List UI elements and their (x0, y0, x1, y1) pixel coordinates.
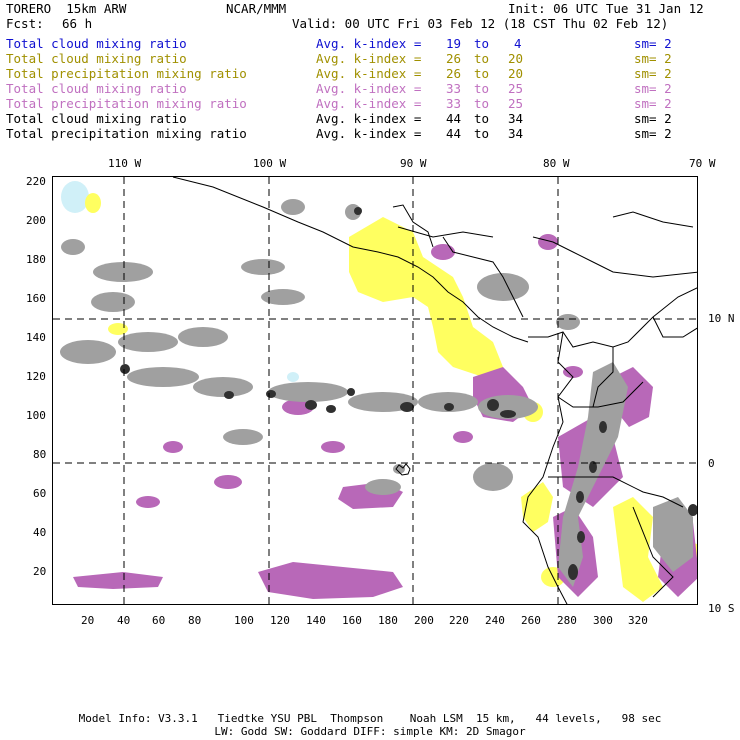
y-tick-label: 80 (33, 448, 47, 461)
y-tick-label: 20 (33, 565, 47, 578)
x-tick-label: 180 (378, 614, 398, 627)
legend-field: Total cloud mixing ratio (6, 111, 187, 126)
x-tick-label: 240 (485, 614, 505, 627)
physics-info: LW: Godd SW: Goddard DIFF: simple KM: 2D… (214, 725, 526, 738)
x-tick-label: 140 (306, 614, 326, 627)
init-time: Init: 06 UTC Tue 31 Jan 12 (508, 1, 704, 16)
lon-label: 90 W (400, 157, 427, 170)
legend-avg: Avg. k-index = (316, 51, 422, 66)
y-tick-label: 100 (26, 409, 46, 422)
legend-k1: 26 (446, 66, 462, 81)
legend-sm: sm= 2 (634, 111, 672, 126)
x-tick-label: 80 (188, 614, 202, 627)
y-tick-label: 180 (26, 253, 46, 266)
legend-avg: Avg. k-index = (316, 96, 422, 111)
legend-sm: sm= 2 (634, 51, 672, 66)
legend-k2: 34 (508, 111, 524, 126)
legend-field: Total cloud mixing ratio (6, 51, 187, 66)
valid-time: Valid: 00 UTC Fri 03 Feb 12 (18 CST Thu … (292, 16, 669, 31)
legend-k2: 25 (508, 96, 524, 111)
x-tick-label: 320 (628, 614, 648, 627)
legend-row: Total precipitation mixing ratio Avg. k-… (6, 66, 672, 81)
lon-label: 110 W (108, 157, 142, 170)
x-tick-label: 160 (342, 614, 362, 627)
y-tick-label: 40 (33, 526, 47, 539)
legend-to: to (474, 111, 490, 126)
legend-k1: 26 (446, 51, 462, 66)
legend-to: to (474, 126, 490, 141)
legend-row: Total cloud mixing ratio Avg. k-index = … (6, 51, 672, 66)
forecast-value: 66 h (62, 16, 93, 31)
map-canvas (53, 177, 697, 604)
legend-field: Total precipitation mixing ratio (6, 66, 247, 81)
legend-to: to (474, 66, 490, 81)
legend-row: Total cloud mixing ratio Avg. k-index = … (6, 81, 672, 96)
legend-sm: sm= 2 (634, 66, 672, 81)
legend-k1: 44 (446, 111, 462, 126)
y-tick-label: 160 (26, 292, 46, 305)
legend-to: to (474, 36, 490, 51)
x-tick-label: 20 (81, 614, 95, 627)
legend-k1: 44 (446, 126, 462, 141)
legend-avg: Avg. k-index = (316, 66, 422, 81)
x-tick-label: 260 (521, 614, 541, 627)
y-tick-label: 60 (33, 487, 47, 500)
x-tick-label: 300 (593, 614, 613, 627)
x-tick-label: 60 (152, 614, 166, 627)
legend-row: Total precipitation mixing ratio Avg. k-… (6, 126, 672, 141)
x-tick-label: 40 (117, 614, 131, 627)
legend-field: Total precipitation mixing ratio (6, 126, 247, 141)
legend-avg: Avg. k-index = (316, 81, 422, 96)
legend-k2: 25 (508, 81, 524, 96)
center-name: NCAR/MMM (226, 1, 287, 16)
legend-to: to (474, 51, 490, 66)
map-panel (52, 176, 698, 605)
legend-k2: 20 (508, 66, 524, 81)
x-tick-label: 100 (234, 614, 254, 627)
x-tick-label: 120 (270, 614, 290, 627)
model-info: Model Info: V3.3.1 Tiedtke YSU PBL Thomp… (78, 712, 662, 725)
legend-avg: Avg. k-index = (316, 36, 422, 51)
x-tick-label: 280 (557, 614, 577, 627)
y-tick-label: 140 (26, 331, 46, 344)
legend-k2: 20 (508, 51, 524, 66)
legend-row: Total precipitation mixing ratio Avg. k-… (6, 96, 672, 111)
legend-avg: Avg. k-index = (316, 111, 422, 126)
legend-k2: 34 (508, 126, 524, 141)
legend-k1: 19 (446, 36, 462, 51)
legend-sm: sm= 2 (634, 96, 672, 111)
lat-label: 0 (708, 457, 715, 470)
legend-k2: 4 (514, 36, 522, 51)
legend-row: Total cloud mixing ratio Avg. k-index = … (6, 36, 672, 51)
legend-k1: 33 (446, 81, 462, 96)
legend-sm: sm= 2 (634, 36, 672, 51)
legend-to: to (474, 96, 490, 111)
forecast-label: Fcst: (6, 16, 44, 31)
legend-to: to (474, 81, 490, 96)
y-tick-label: 120 (26, 370, 46, 383)
x-tick-label: 220 (449, 614, 469, 627)
lon-label: 70 W (689, 157, 716, 170)
legend-row: Total cloud mixing ratio Avg. k-index = … (6, 111, 672, 126)
legend-field: Total cloud mixing ratio (6, 36, 187, 51)
lat-label: 10 S (708, 602, 735, 615)
legend-field: Total cloud mixing ratio (6, 81, 187, 96)
legend-avg: Avg. k-index = (316, 126, 422, 141)
legend-field: Total precipitation mixing ratio (6, 96, 247, 111)
lat-label: 10 N (708, 312, 735, 325)
lon-label: 80 W (543, 157, 570, 170)
legend-sm: sm= 2 (634, 81, 672, 96)
y-tick-label: 220 (26, 175, 46, 188)
x-tick-label: 200 (414, 614, 434, 627)
legend-sm: sm= 2 (634, 126, 672, 141)
y-tick-label: 200 (26, 214, 46, 227)
legend-k1: 33 (446, 96, 462, 111)
model-name: TORERO 15km ARW (6, 1, 127, 16)
lon-label: 100 W (253, 157, 287, 170)
